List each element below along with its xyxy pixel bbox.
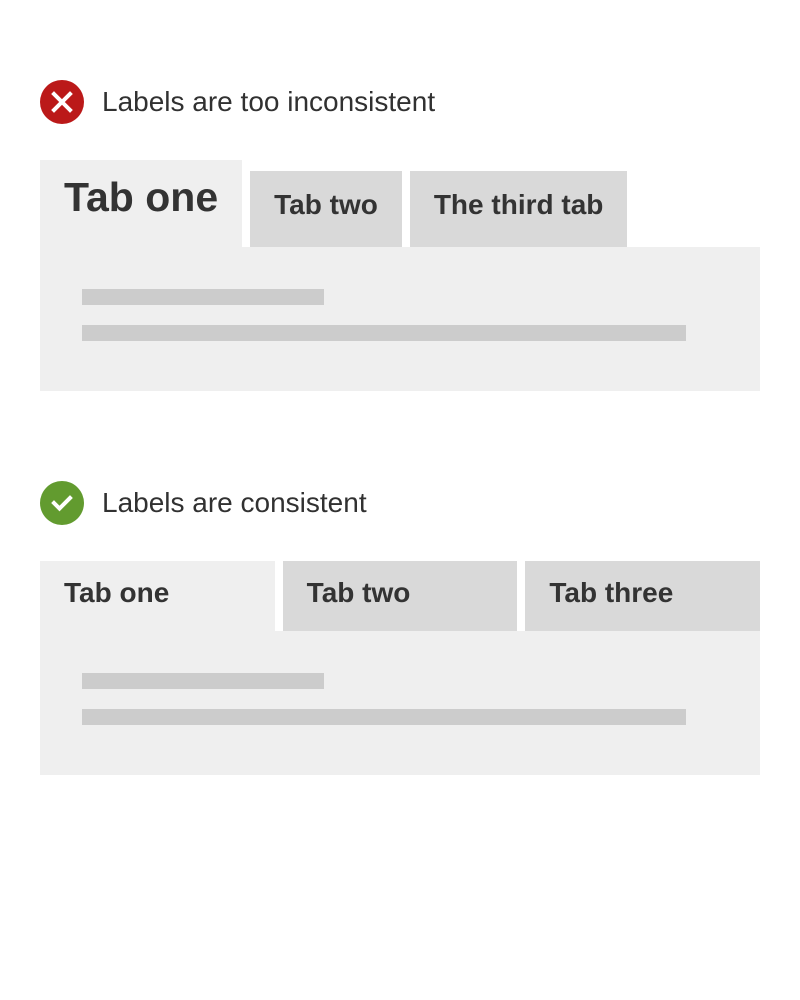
check-icon bbox=[40, 481, 84, 525]
caption-text: Labels are too inconsistent bbox=[102, 86, 435, 118]
skeleton-line bbox=[82, 289, 324, 305]
tab-three[interactable]: Tab three bbox=[525, 561, 760, 631]
tab-one[interactable]: Tab one bbox=[40, 561, 275, 631]
tab-two[interactable]: Tab two bbox=[283, 561, 518, 631]
caption-text: Labels are consistent bbox=[102, 487, 367, 519]
tab-one[interactable]: Tab one bbox=[40, 160, 242, 247]
caption-row: Labels are too inconsistent bbox=[40, 80, 760, 124]
tab-panel bbox=[40, 631, 760, 775]
tab-panel bbox=[40, 247, 760, 391]
skeleton-line bbox=[82, 709, 686, 725]
skeleton-line bbox=[82, 673, 324, 689]
tab-list: Tab one Tab two The third tab bbox=[40, 160, 760, 247]
tab-list: Tab one Tab two Tab three bbox=[40, 561, 760, 631]
skeleton-line bbox=[82, 325, 686, 341]
tab-two[interactable]: Tab two bbox=[250, 171, 402, 247]
example-bad: Labels are too inconsistent Tab one Tab … bbox=[40, 80, 760, 391]
tab-three[interactable]: The third tab bbox=[410, 171, 628, 247]
example-good: Labels are consistent Tab one Tab two Ta… bbox=[40, 481, 760, 775]
caption-row: Labels are consistent bbox=[40, 481, 760, 525]
cross-icon bbox=[40, 80, 84, 124]
